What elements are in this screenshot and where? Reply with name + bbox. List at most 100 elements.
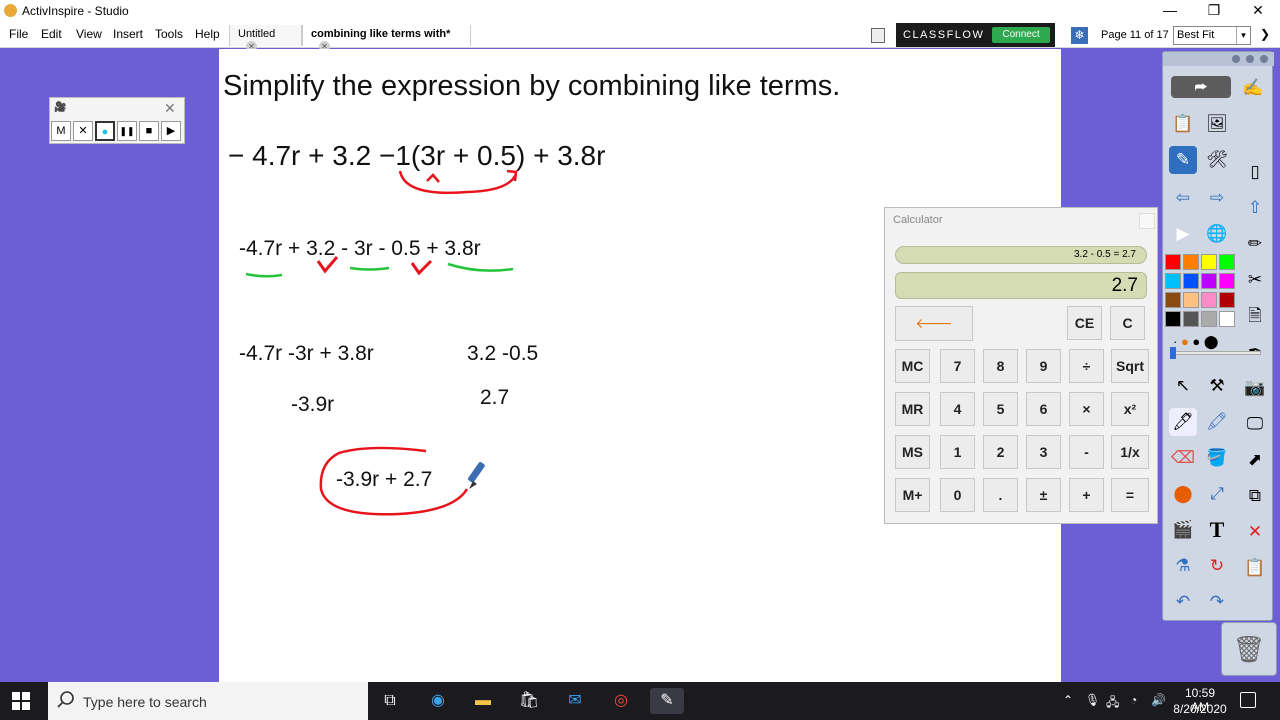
minimize-button[interactable]: — [1148,0,1192,22]
export-icon[interactable]: ⬈ [1241,446,1269,474]
calc-key[interactable]: 1 [940,435,975,469]
calc-key[interactable]: MR [895,392,930,426]
notifications-icon[interactable] [1240,692,1256,708]
previous-page-icon[interactable]: ⇦ [1169,184,1197,212]
menu-view[interactable]: View [76,27,102,41]
color-swatch[interactable] [1165,292,1181,308]
pen-width-dots[interactable]: · ● ● ⬤ [1173,334,1218,350]
handwriting-icon[interactable]: ✎ [1169,146,1197,174]
color-swatch[interactable] [1165,273,1181,289]
chrome-icon[interactable]: ◎ [608,688,634,714]
device-icon[interactable]: ▯ [1241,158,1269,186]
fill-icon[interactable]: 🪣 [1203,444,1231,472]
recorder-cancel-button[interactable]: ✕ [73,121,93,141]
calc-key[interactable]: ÷ [1069,349,1104,383]
color-swatch[interactable] [1183,254,1199,270]
main-menu-icon[interactable]: 📋 [1169,110,1197,138]
calc-key-ce[interactable]: CE [1067,306,1102,340]
clipboard-icon[interactable]: 📋 [1241,554,1269,582]
calc-key[interactable]: 0 [940,478,975,512]
document-icon[interactable] [871,28,885,43]
highlighter-icon[interactable]: 🖍 [1203,408,1231,436]
scissors-icon[interactable]: ✂ [1241,266,1269,294]
menu-help[interactable]: Help [195,27,220,41]
store-icon[interactable]: 🛍 [516,688,542,714]
tray-chevron-up-icon[interactable]: ⌃ [1063,693,1073,707]
wifi-icon[interactable]: ◔ [1130,693,1137,707]
flask-icon[interactable]: ⚗ [1169,552,1197,580]
toolbox-settings-icon[interactable] [1246,55,1254,63]
text-tool-icon[interactable]: T [1203,516,1231,544]
menu-tools[interactable]: Tools [155,27,183,41]
delete-icon[interactable]: ✕ [1241,518,1269,546]
settings-tools-icon[interactable]: ⚒ [1203,372,1231,400]
calc-key[interactable]: ± [1026,478,1061,512]
calc-key[interactable]: MC [895,349,930,383]
volume-icon[interactable]: 🔊 [1151,693,1166,707]
spotlight-icon[interactable]: 🖵 [1241,410,1269,438]
color-swatch[interactable] [1219,254,1235,270]
chevron-right-icon[interactable]: ❯ [1260,27,1270,41]
connect-button[interactable]: Connect [992,27,1050,43]
undo-icon[interactable]: ↶ [1169,588,1197,616]
color-swatch[interactable] [1219,292,1235,308]
recorder-play-button[interactable]: ▶ [161,121,181,141]
color-swatch[interactable] [1219,273,1235,289]
zoom-select[interactable]: Best Fit ▾ [1173,26,1251,45]
trash-icon[interactable]: 🗑 [1221,622,1277,676]
slider-handle[interactable] [1170,347,1176,359]
calc-key[interactable]: M+ [895,478,930,512]
color-swatch[interactable] [1219,311,1235,327]
page-icon[interactable]: 🗎 [1241,302,1269,330]
color-swatch[interactable] [1183,311,1199,327]
tools-icon[interactable]: 🛠 [1203,146,1231,174]
pen-width-slider[interactable] [1170,347,1261,359]
connector-icon[interactable]: ⤢ [1203,480,1231,508]
file-explorer-icon[interactable]: ▬ [470,688,496,714]
calc-key[interactable]: MS [895,435,930,469]
web-browser-icon[interactable]: 🌐 [1203,220,1231,248]
chevron-down-icon[interactable]: ▾ [1236,27,1250,44]
upload-icon[interactable]: ⇧ [1241,194,1269,222]
calc-key[interactable]: 4 [940,392,975,426]
edge-icon[interactable]: ◉ [425,688,451,714]
flipchart-icon[interactable]: ❄ [1071,27,1088,44]
calc-key[interactable]: 5 [983,392,1018,426]
calc-key[interactable]: = [1111,478,1149,512]
calc-key[interactable]: 8 [983,349,1018,383]
clapperboard-icon[interactable]: 🎬 [1169,516,1197,544]
marker-icon[interactable]: ✏ [1241,230,1269,258]
color-swatch[interactable] [1183,273,1199,289]
tab-untitled[interactable]: Untitled✕ [229,25,302,52]
restore-button[interactable]: ❐ [1192,0,1236,22]
backspace-button[interactable]: 🡐 [895,306,973,341]
color-swatch[interactable] [1201,254,1217,270]
calc-key[interactable]: Sqrt [1111,349,1149,383]
recorder-pause-button[interactable]: ❚❚ [117,121,137,141]
camera-tool-icon[interactable]: 📷 [1241,374,1269,402]
color-swatch[interactable] [1165,311,1181,327]
menu-edit[interactable]: Edit [41,27,62,41]
calc-key-c[interactable]: C [1110,306,1145,340]
menu-file[interactable]: File [9,27,28,41]
calc-key[interactable]: - [1069,435,1104,469]
menu-insert[interactable]: Insert [113,27,143,41]
recorder-stop-button[interactable]: ■ [139,121,159,141]
browsers-icon[interactable]: 🖼 [1203,110,1231,138]
eraser-icon[interactable]: ⌫ [1169,444,1197,472]
calc-key[interactable]: x² [1111,392,1149,426]
reset-icon[interactable]: ↻ [1203,552,1231,580]
color-swatch[interactable] [1201,273,1217,289]
play-icon[interactable]: ▶ [1169,220,1197,248]
color-swatch[interactable] [1183,292,1199,308]
color-swatch[interactable] [1165,254,1181,270]
select-icon[interactable]: ↖ [1169,372,1197,400]
close-window-button[interactable]: ✕ [1236,0,1280,22]
calc-key[interactable]: 3 [1026,435,1061,469]
calc-key[interactable]: . [983,478,1018,512]
task-view-icon[interactable]: ⧉ [377,688,403,714]
calc-key[interactable]: + [1069,478,1104,512]
recorder-record-button[interactable]: ● [95,121,115,141]
share-button[interactable]: ⮫ [1171,76,1231,98]
tab-combining-like-terms[interactable]: combining like terms with*✕ [302,25,471,52]
